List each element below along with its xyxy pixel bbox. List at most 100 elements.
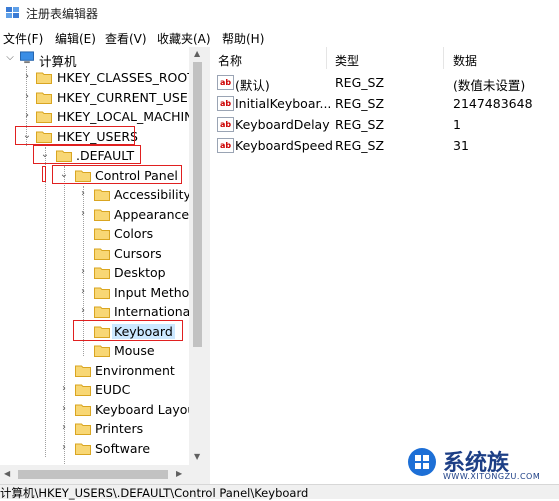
menu-file[interactable]: 文件(F) bbox=[3, 30, 43, 47]
folder-icon bbox=[75, 384, 91, 396]
expand-chevron-icon[interactable]: › bbox=[78, 209, 88, 219]
value-row[interactable]: ab (默认) REG_SZ (数值未设置) bbox=[210, 72, 559, 93]
tree-label: 计算机 bbox=[39, 54, 77, 69]
tree-horizontal-scrollbar[interactable]: ◀ ▶ bbox=[0, 465, 206, 484]
watermark: 系统族 WWW.XITONGZU.COM bbox=[403, 445, 559, 483]
menu-bar: 文件(F) 编辑(E) 查看(V) 收藏夹(A) 帮助(H) bbox=[0, 27, 559, 47]
value-type: REG_SZ bbox=[335, 75, 385, 90]
string-value-icon: ab bbox=[217, 96, 234, 111]
tree-label: Appearance bbox=[114, 207, 190, 222]
window-title: 注册表编辑器 bbox=[26, 7, 99, 21]
tree-line bbox=[45, 147, 46, 457]
tree-label: Cursors bbox=[114, 246, 162, 261]
value-name: InitialKeyboar... bbox=[235, 96, 332, 111]
string-value-icon: ab bbox=[217, 75, 234, 90]
expand-chevron-icon[interactable]: › bbox=[59, 423, 69, 433]
highlight-box bbox=[52, 165, 182, 184]
key-tree[interactable]: ⌵ 计算机 › HKEY_CLASSES_ROOT › HKEY_CURRENT… bbox=[0, 47, 206, 465]
tree-label: HKEY_LOCAL_MACHINE bbox=[57, 109, 202, 124]
folder-icon bbox=[36, 72, 52, 84]
column-name-header[interactable]: 名称 bbox=[218, 52, 242, 69]
value-data: 1 bbox=[453, 117, 461, 132]
tree-label: Keyboard Layout bbox=[95, 402, 201, 417]
menu-help[interactable]: 帮助(H) bbox=[222, 30, 264, 47]
column-divider[interactable] bbox=[443, 47, 444, 69]
scroll-down-arrow-icon[interactable]: ▼ bbox=[194, 452, 200, 461]
registry-editor-icon bbox=[6, 7, 19, 18]
folder-icon bbox=[94, 287, 110, 299]
menu-favorites[interactable]: 收藏夹(A) bbox=[157, 30, 211, 47]
value-name: KeyboardSpeed bbox=[235, 138, 333, 153]
collapse-chevron-icon[interactable]: ⌵ bbox=[5, 53, 15, 63]
tree-vertical-scrollbar[interactable]: ▲ ▼ bbox=[189, 47, 206, 465]
folder-icon bbox=[94, 248, 110, 260]
scroll-right-arrow-icon[interactable]: ▶ bbox=[176, 469, 182, 478]
status-bar: 计算机\HKEY_USERS\.DEFAULT\Control Panel\Ke… bbox=[0, 484, 559, 500]
title-bar: 注册表编辑器 bbox=[0, 0, 559, 26]
value-row[interactable]: ab InitialKeyboar... REG_SZ 2147483648 bbox=[210, 93, 559, 113]
windows-logo-icon bbox=[408, 448, 436, 476]
folder-icon bbox=[94, 306, 110, 318]
folder-icon bbox=[94, 189, 110, 201]
tree-label: Printers bbox=[95, 421, 144, 436]
scroll-up-arrow-icon[interactable]: ▲ bbox=[194, 49, 200, 58]
tree-label: Software bbox=[95, 441, 151, 456]
status-path: 计算机\HKEY_USERS\.DEFAULT\Control Panel\Ke… bbox=[0, 486, 309, 500]
value-type: REG_SZ bbox=[335, 96, 385, 111]
scroll-left-arrow-icon[interactable]: ◀ bbox=[4, 469, 10, 478]
value-row[interactable]: ab KeyboardSpeed REG_SZ 31 bbox=[210, 135, 559, 155]
value-data: (数值未设置) bbox=[453, 78, 526, 93]
watermark-url: WWW.XITONGZU.COM bbox=[443, 472, 541, 481]
folder-icon bbox=[94, 209, 110, 221]
value-row[interactable]: ab KeyboardDelay REG_SZ 1 bbox=[210, 114, 559, 134]
column-type-header[interactable]: 类型 bbox=[335, 52, 359, 69]
column-divider[interactable] bbox=[326, 47, 327, 69]
value-list[interactable]: 名称 类型 数据 ab (默认) REG_SZ (数值未设置) ab Initi… bbox=[210, 47, 559, 484]
folder-icon bbox=[94, 345, 110, 357]
folder-icon bbox=[75, 443, 91, 455]
tree-label: International bbox=[114, 304, 194, 319]
folder-icon bbox=[75, 404, 91, 416]
folder-icon bbox=[75, 365, 91, 377]
value-type: REG_SZ bbox=[335, 117, 385, 132]
highlight-box-edge bbox=[42, 166, 46, 182]
folder-icon bbox=[36, 111, 52, 123]
computer-icon bbox=[20, 51, 34, 64]
tree-label: Input Method bbox=[114, 285, 198, 300]
expand-chevron-icon[interactable]: › bbox=[78, 189, 88, 199]
column-data-header[interactable]: 数据 bbox=[453, 52, 477, 69]
expand-chevron-icon[interactable]: › bbox=[22, 111, 32, 121]
string-value-icon: ab bbox=[217, 117, 234, 132]
expand-chevron-icon[interactable]: › bbox=[22, 72, 32, 82]
value-name: KeyboardDelay bbox=[235, 117, 330, 132]
tree-label: Accessibility bbox=[114, 187, 191, 202]
tree-label: Mouse bbox=[114, 343, 155, 358]
expand-chevron-icon[interactable]: › bbox=[59, 443, 69, 453]
expand-chevron-icon[interactable]: › bbox=[78, 287, 88, 297]
value-type: REG_SZ bbox=[335, 138, 385, 153]
column-header: 名称 类型 数据 bbox=[210, 47, 559, 69]
expand-chevron-icon[interactable]: › bbox=[78, 267, 88, 277]
tree-label: HKEY_CLASSES_ROOT bbox=[57, 70, 195, 85]
folder-icon bbox=[75, 423, 91, 435]
highlight-box bbox=[15, 126, 135, 145]
folder-icon bbox=[94, 228, 110, 240]
expand-chevron-icon[interactable]: › bbox=[59, 384, 69, 394]
folder-icon bbox=[36, 92, 52, 104]
expand-chevron-icon[interactable]: › bbox=[59, 404, 69, 414]
tree-label: EUDC bbox=[95, 382, 131, 397]
tree-label: HKEY_CURRENT_USER bbox=[57, 90, 197, 105]
expand-chevron-icon[interactable]: › bbox=[78, 306, 88, 316]
tree-label: Desktop bbox=[114, 265, 166, 280]
tree-label: Colors bbox=[114, 226, 154, 241]
tree-line bbox=[64, 166, 65, 465]
string-value-icon: ab bbox=[217, 138, 234, 153]
value-name: (默认) bbox=[235, 78, 270, 93]
expand-chevron-icon[interactable]: › bbox=[22, 92, 32, 102]
scroll-thumb[interactable] bbox=[193, 62, 202, 347]
tree-label: Environment bbox=[95, 363, 175, 378]
menu-edit[interactable]: 编辑(E) bbox=[55, 30, 96, 47]
scroll-thumb[interactable] bbox=[18, 470, 168, 479]
value-data: 31 bbox=[453, 138, 469, 153]
menu-view[interactable]: 查看(V) bbox=[105, 30, 147, 47]
